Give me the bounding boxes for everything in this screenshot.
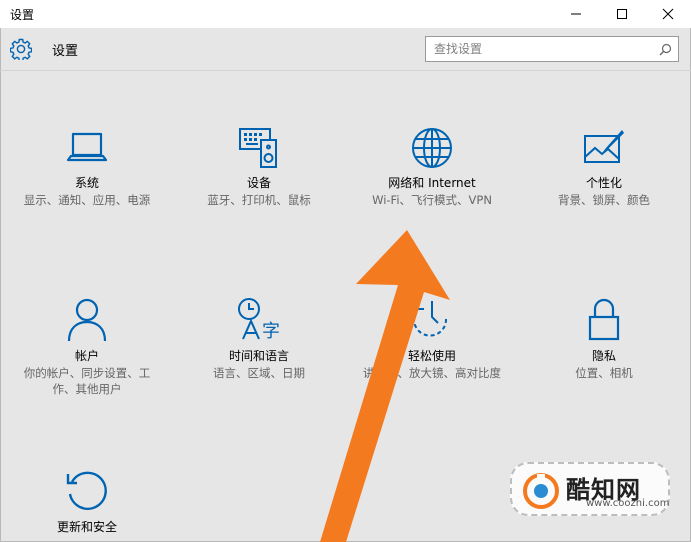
annotation-arrow <box>320 230 450 542</box>
watermark-url: www.coozhi.com <box>586 498 670 509</box>
watermark: 酷知网 www.coozhi.com <box>510 462 670 516</box>
coozhi-logo-icon <box>523 473 559 509</box>
